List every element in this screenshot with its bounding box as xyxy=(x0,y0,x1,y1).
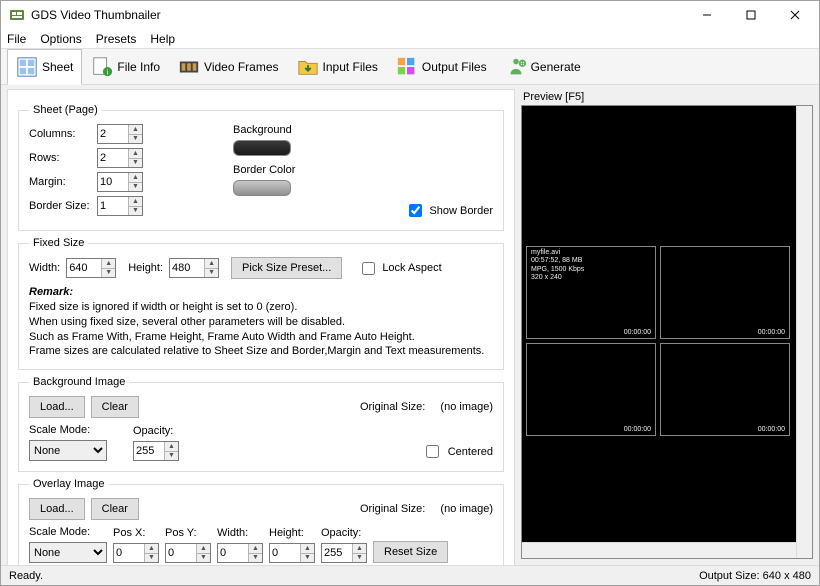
ov-posy-spinner[interactable]: ▲▼ xyxy=(165,543,211,563)
border-size-label: Border Size: xyxy=(29,200,91,212)
tab-output-files[interactable]: Output Files xyxy=(387,49,496,84)
ov-scale-mode-select[interactable]: None xyxy=(29,542,107,563)
group-sheet-page: Sheet (Page) Columns: ▲▼ Rows: ▲▼ Margin… xyxy=(18,104,504,231)
bg-clear-button[interactable]: Clear xyxy=(91,396,139,418)
minimize-button[interactable] xyxy=(685,1,729,29)
ov-original-size: (no image) xyxy=(440,503,493,515)
tab-video-frames[interactable]: Video Frames xyxy=(169,49,287,84)
ov-height-spinner[interactable]: ▲▼ xyxy=(269,543,315,563)
close-button[interactable] xyxy=(773,1,817,29)
app-icon xyxy=(9,7,25,23)
window-title: GDS Video Thumbnailer xyxy=(31,8,685,22)
lock-aspect-checkbox[interactable]: Lock Aspect xyxy=(358,259,441,278)
border-color-label: Border Color xyxy=(233,164,295,176)
background-color-swatch[interactable] xyxy=(233,140,291,156)
tab-file-info[interactable]: i File Info xyxy=(82,49,169,84)
preview-scroll-vertical[interactable] xyxy=(796,106,812,558)
border-spinner[interactable]: ▲▼ xyxy=(97,196,143,216)
ov-reset-size-button[interactable]: Reset Size xyxy=(373,541,448,563)
preview-thumb: 00:00:00 xyxy=(660,246,790,339)
bg-original-size: (no image) xyxy=(440,401,493,413)
bg-scale-mode-select[interactable]: None xyxy=(29,440,107,461)
border-color-swatch[interactable] xyxy=(233,180,291,196)
status-output-size: Output Size: 640 x 480 xyxy=(699,570,811,582)
margin-label: Margin: xyxy=(29,176,91,188)
margin-spinner[interactable]: ▲▼ xyxy=(97,172,143,192)
background-label: Background xyxy=(233,124,292,136)
pick-size-preset-button[interactable]: Pick Size Preset... xyxy=(231,257,342,279)
ov-clear-button[interactable]: Clear xyxy=(91,498,139,520)
remark-title: Remark: xyxy=(29,285,493,300)
menu-help[interactable]: Help xyxy=(150,32,175,46)
ov-posx-spinner[interactable]: ▲▼ xyxy=(113,543,159,563)
menu-options[interactable]: Options xyxy=(40,32,81,46)
show-border-checkbox[interactable]: Show Border xyxy=(405,201,493,220)
preview-thumb: 00:00:00 xyxy=(526,343,656,436)
menu-file[interactable]: File xyxy=(7,32,26,46)
preview-title: Preview [F5] xyxy=(521,89,813,105)
fixed-width-spinner[interactable]: ▲▼ xyxy=(66,258,116,278)
bg-load-button[interactable]: Load... xyxy=(29,396,85,418)
rows-spinner[interactable]: ▲▼ xyxy=(97,148,143,168)
fixed-height-spinner[interactable]: ▲▼ xyxy=(169,258,219,278)
rows-label: Rows: xyxy=(29,152,91,164)
tab-sheet[interactable]: Sheet xyxy=(7,49,82,85)
tab-generate[interactable]: Generate xyxy=(496,49,590,84)
columns-label: Columns: xyxy=(29,128,91,140)
bg-centered-checkbox[interactable]: Centered xyxy=(422,442,493,461)
tab-input-files[interactable]: Input Files xyxy=(288,49,387,84)
fixed-width-label: Width: xyxy=(29,262,60,274)
ov-opacity-spinner[interactable]: ▲▼ xyxy=(321,543,367,563)
preview-thumb: myfile.avi 00:57:52, 88 MB MPG, 1500 Kbp… xyxy=(526,246,656,339)
ov-load-button[interactable]: Load... xyxy=(29,498,85,520)
columns-spinner[interactable]: ▲▼ xyxy=(97,124,143,144)
bg-opacity-spinner[interactable]: ▲▼ xyxy=(133,441,179,461)
ov-width-spinner[interactable]: ▲▼ xyxy=(217,543,263,563)
preview-pane: myfile.avi 00:57:52, 88 MB MPG, 1500 Kbp… xyxy=(521,105,813,559)
menu-presets[interactable]: Presets xyxy=(96,32,137,46)
maximize-button[interactable] xyxy=(729,1,773,29)
preview-scroll-horizontal[interactable] xyxy=(522,542,796,558)
preview-thumb: 00:00:00 xyxy=(660,343,790,436)
status-ready: Ready. xyxy=(9,570,43,582)
group-background-image: Background Image Load... Clear Original … xyxy=(18,376,504,472)
group-overlay-image: Overlay Image Load... Clear Original Siz… xyxy=(18,478,504,565)
fixed-height-label: Height: xyxy=(128,262,163,274)
group-fixed-size: Fixed Size Width: ▲▼ Height: ▲▼ Pick Siz… xyxy=(18,237,504,370)
